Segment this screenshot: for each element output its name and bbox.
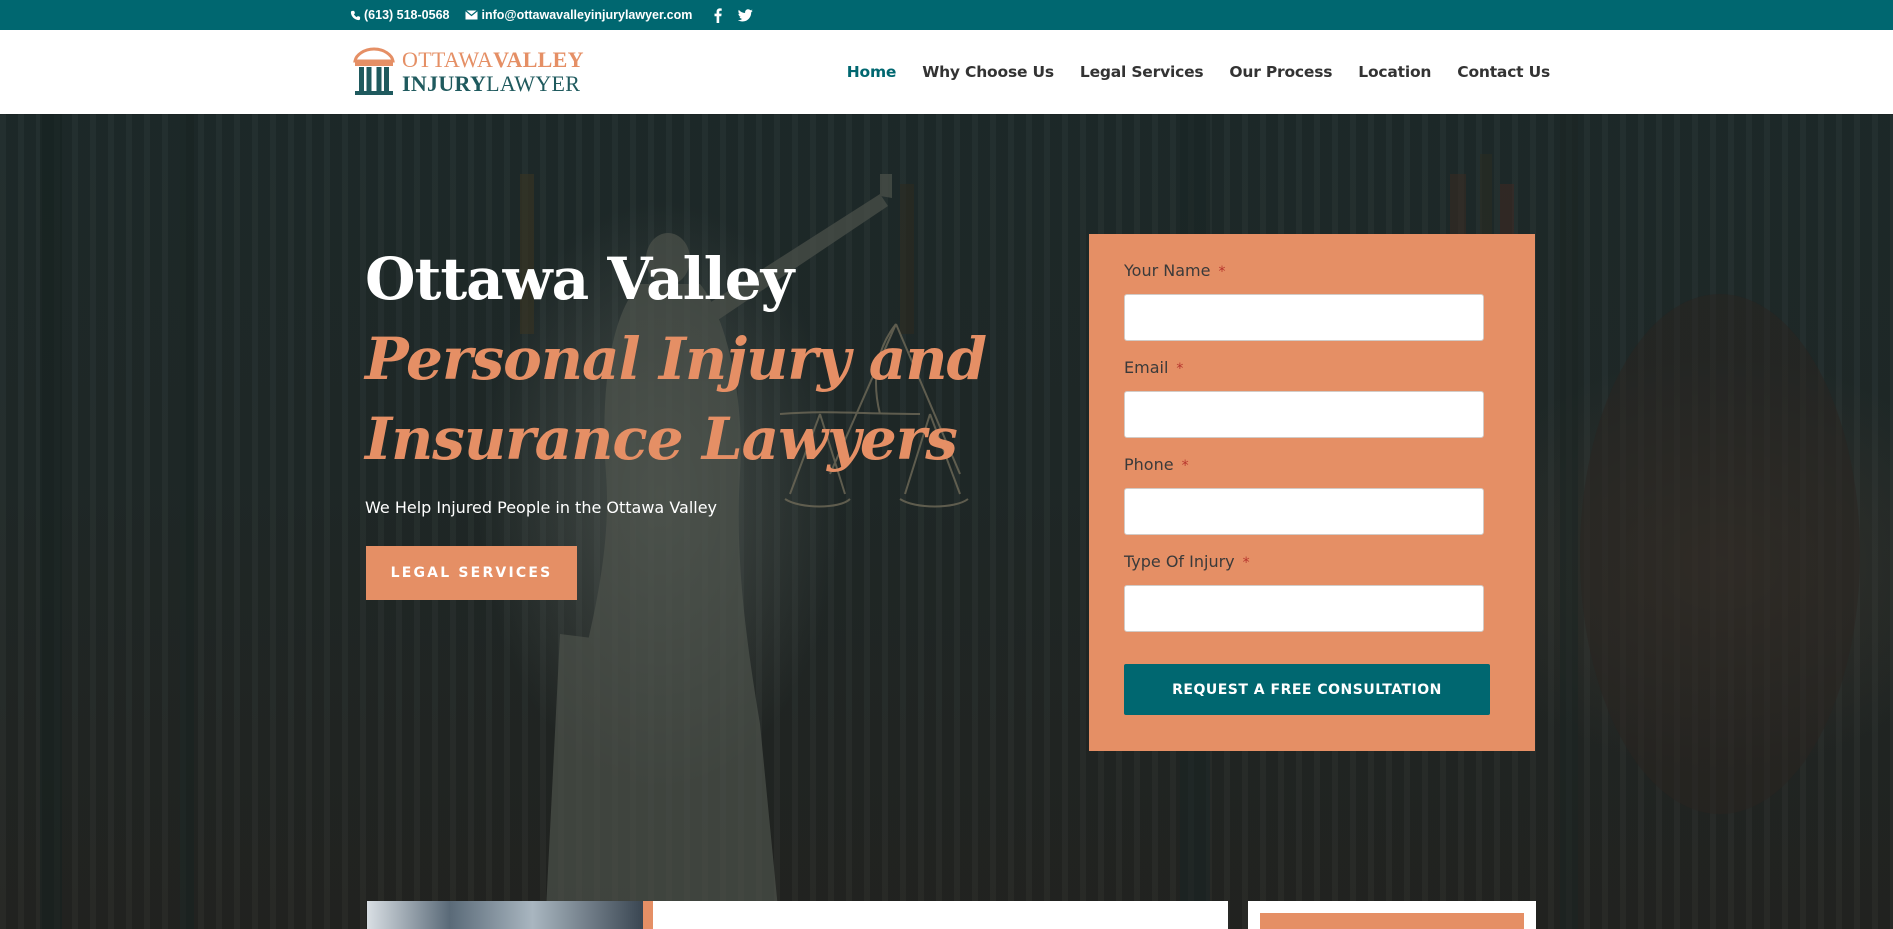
nav-home[interactable]: Home [847,63,897,81]
twitter-link[interactable] [738,8,754,22]
service-card [653,901,1228,929]
email-input[interactable] [1124,391,1484,438]
facebook-link[interactable] [714,7,723,23]
request-consultation-button[interactable]: REQUEST A FREE CONSULTATION [1124,664,1490,715]
email-address: info@ottawavalleyinjurylawyer.com [481,8,693,22]
legal-services-button[interactable]: LEGAL SERVICES [366,546,577,600]
email-label-text: Email [1124,358,1169,377]
nav-contact-us[interactable]: Contact Us [1457,63,1550,81]
logo-injury: INJURY [402,71,487,96]
hero-subtitle: We Help Injured People in the Ottawa Val… [365,498,718,517]
consultation-form: Your Name * Email * Phone * Type Of Injury *… [1089,234,1535,751]
top-bar: (613) 518-0568 info@ottawavalleyinjuryla… [0,0,1893,30]
hero-title-highlight: Personal Injury and Insurance Lawyers [365,325,987,473]
sidebar-card-header [1260,913,1524,929]
envelope-icon [465,10,479,20]
main-nav: Home Why Choose Us Legal Services Our Pr… [847,30,1550,114]
your-name-label-text: Your Name [1124,261,1211,280]
service-card-image [367,901,643,929]
nav-legal-services[interactable]: Legal Services [1080,63,1204,81]
your-name-label: Your Name * [1124,261,1225,280]
phone-number: (613) 518-0568 [364,8,450,22]
sidebar-card [1248,901,1536,929]
facebook-icon [714,7,723,23]
phone-label-text: Phone [1124,455,1174,474]
phone-label: Phone * [1124,455,1189,474]
logo-wordmark: OTTAWAVALLEY INJURYLAWYER [402,49,584,95]
required-marker: * [1181,458,1189,474]
injury-type-input[interactable] [1124,585,1484,632]
nav-location[interactable]: Location [1358,63,1431,81]
your-name-input[interactable] [1124,294,1484,341]
twitter-icon [738,8,754,21]
injury-type-label-text: Type Of Injury [1124,552,1235,571]
logo-lawyer: LAWYER [486,71,581,96]
logo-ottawa: OTTAWA [402,47,494,72]
injury-type-label: Type Of Injury * [1124,552,1250,571]
hero-title-plain: Ottawa Valley [365,245,794,313]
site-logo[interactable]: OTTAWAVALLEY INJURYLAWYER [352,47,584,97]
hero-title: Ottawa Valley Personal Injury and Insura… [365,239,1025,479]
hero-section: Ottawa Valley Personal Injury and Insura… [0,114,1893,929]
email-label: Email * [1124,358,1183,377]
phone-icon [350,10,361,20]
required-marker: * [1176,361,1184,377]
site-header: OTTAWAVALLEY INJURYLAWYER Home Why Choos… [0,30,1893,114]
service-card-accent [643,901,653,929]
nav-our-process[interactable]: Our Process [1229,63,1332,81]
phone-input[interactable] [1124,488,1484,535]
pillar-logo-icon [353,47,395,95]
phone-link[interactable]: (613) 518-0568 [350,8,449,22]
required-marker: * [1242,555,1250,571]
nav-why-choose-us[interactable]: Why Choose Us [922,63,1054,81]
lady-justice-background-image [40,114,1860,929]
required-marker: * [1218,264,1226,280]
email-link[interactable]: info@ottawavalleyinjurylawyer.com [465,8,692,22]
logo-valley: VALLEY [493,47,584,72]
